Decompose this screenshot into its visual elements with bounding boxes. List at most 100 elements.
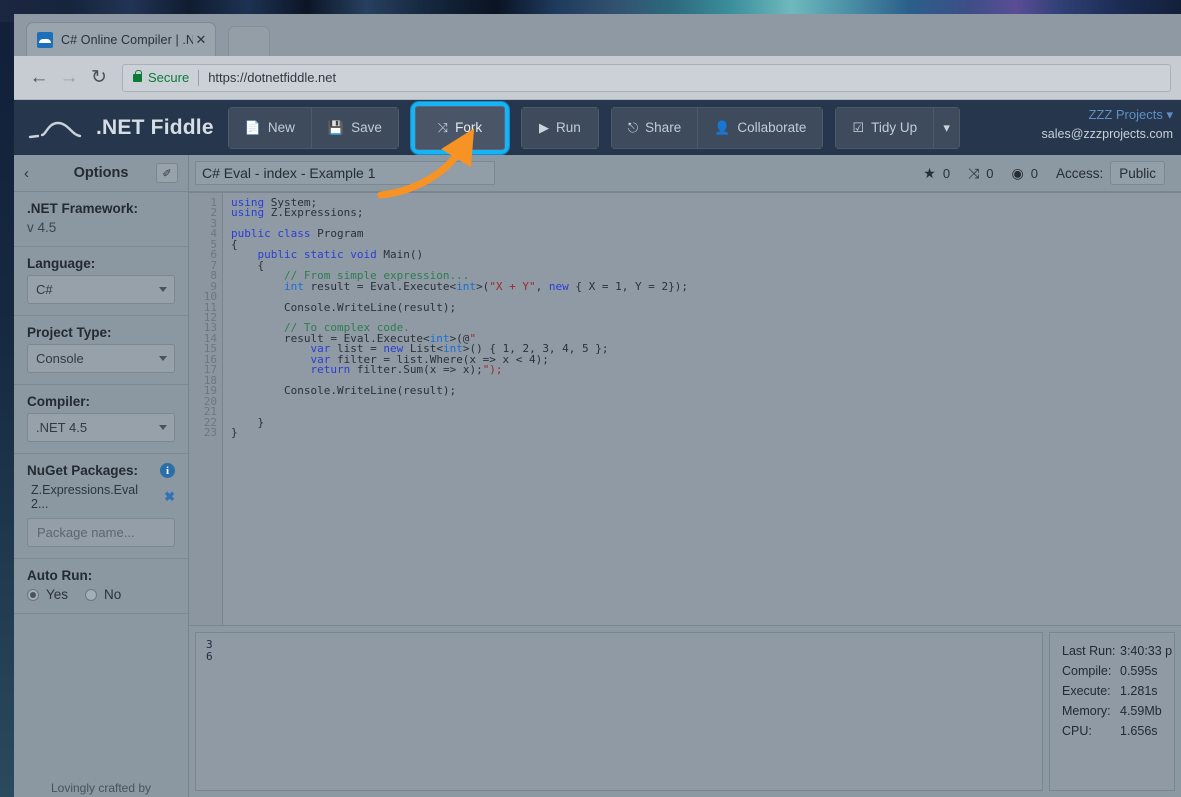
- main-pane: C# Eval - index - Example 1 ★ 0 ⤨ 0 ◉ 0 …: [189, 155, 1181, 797]
- share-icon: ⎋: [627, 120, 639, 135]
- line-number: 23: [203, 425, 217, 439]
- console-output: 3 6: [195, 632, 1043, 791]
- run-stat-value: 1.281s: [1120, 684, 1158, 698]
- sidebar-title: Options: [73, 165, 129, 181]
- browser-tab-strip: C# Online Compiler | .NE ✕: [14, 14, 1181, 56]
- compiler-select-value: .NET 4.5: [36, 420, 88, 435]
- lock-icon: [133, 69, 142, 82]
- share-button-group: ⎋ Share 👤 Collaborate: [610, 106, 824, 149]
- run-stat-row: Last Run: 3:40:33 p: [1062, 641, 1174, 661]
- project-type-select[interactable]: Console: [27, 344, 175, 373]
- run-stat-value: 3:40:33 p: [1120, 644, 1173, 658]
- framework-label: .NET Framework:: [27, 201, 139, 216]
- run-button[interactable]: ▶ Run: [520, 106, 599, 149]
- code-editor[interactable]: 1 2 3 4 5 6 7 8 9 10 11 12 13 14 15 16 17 18 19 20 21 22 23 us…: [189, 192, 1181, 625]
- floppy-icon: 💾: [327, 120, 345, 135]
- collaborate-button[interactable]: 👤 Collaborate: [698, 106, 824, 149]
- user-menu-button[interactable]: ZZZ Projects ▾: [1042, 106, 1173, 125]
- options-sidebar: ‹ Options ✐ .NET Framework: v 4.5 Langua…: [14, 155, 189, 797]
- new-button[interactable]: 📄 New: [227, 106, 312, 149]
- new-tab-button[interactable]: [228, 26, 270, 56]
- run-stat-row: Compile: 0.595s: [1062, 661, 1174, 681]
- access-label: Access:: [1055, 165, 1104, 181]
- nuget-label: NuGet Packages:: [27, 463, 139, 478]
- save-button-label: Save: [351, 120, 382, 135]
- remove-package-icon[interactable]: ✖: [164, 489, 175, 505]
- dotnetfiddle-favicon-icon: [37, 31, 53, 48]
- run-stat-row: Memory: 4.59Mb: [1062, 701, 1174, 721]
- nuget-package-name: Z.Expressions.Eval 2...: [31, 483, 138, 511]
- view-count: 0: [1030, 165, 1038, 181]
- run-stat-value: 0.595s: [1120, 664, 1158, 678]
- framework-value: v 4.5: [27, 220, 57, 235]
- share-button[interactable]: ⎋ Share: [610, 106, 699, 149]
- browser-tab-active[interactable]: C# Online Compiler | .NE ✕: [26, 22, 216, 56]
- fiddle-wave-logo-icon: [28, 115, 90, 141]
- pin-icon[interactable]: ✐: [156, 163, 178, 183]
- file-button-group: 📄 New 💾 Save: [227, 106, 399, 149]
- language-select[interactable]: C#: [27, 275, 175, 304]
- fork-button-highlight: ⤨ Fork: [410, 101, 509, 154]
- auto-run-no-radio[interactable]: [85, 588, 98, 601]
- tidy-up-dropdown-button[interactable]: ▾: [934, 106, 961, 149]
- browser-tab-title: C# Online Compiler | .NE: [61, 32, 193, 47]
- language-label: Language:: [27, 256, 96, 271]
- fiddle-title-input[interactable]: C# Eval - index - Example 1: [195, 161, 495, 185]
- reload-icon[interactable]: ↻: [84, 63, 114, 93]
- fork-button-label: Fork: [455, 120, 483, 135]
- run-stat-label: Compile:: [1062, 664, 1112, 678]
- sidebar-section-compiler: Compiler: .NET 4.5: [14, 385, 188, 454]
- chevron-down-icon: [159, 287, 167, 292]
- run-stat-label: Memory:: [1062, 704, 1111, 718]
- auto-run-radio-group: Yes No: [27, 587, 175, 602]
- access-control: Access: Public: [1056, 161, 1165, 185]
- star-icon: ★: [923, 165, 936, 181]
- back-icon[interactable]: ←: [24, 63, 54, 93]
- forward-icon[interactable]: →: [54, 63, 84, 93]
- chevron-down-icon: [159, 425, 167, 430]
- info-icon[interactable]: i: [160, 463, 175, 478]
- fork-icon: ⤨: [968, 165, 980, 181]
- package-name-input[interactable]: Package name...: [27, 518, 175, 547]
- auto-run-yes-radio[interactable]: [27, 588, 39, 601]
- nuget-header: NuGet Packages: i: [27, 463, 175, 478]
- close-icon[interactable]: ✕: [193, 32, 209, 48]
- url-text: https://dotnetfiddle.net: [208, 70, 337, 85]
- chevron-down-icon: ▾: [1166, 107, 1173, 122]
- play-icon: ▶: [538, 120, 549, 135]
- tidy-up-button[interactable]: ☑ Tidy Up: [835, 106, 935, 149]
- sidebar-header: ‹ Options ✐: [14, 155, 188, 192]
- run-stat-row: CPU: 1.656s: [1062, 721, 1174, 741]
- fork-icon: ⤨: [437, 120, 449, 135]
- access-select-value: Public: [1119, 165, 1156, 181]
- app-body: ‹ Options ✐ .NET Framework: v 4.5 Langua…: [14, 155, 1181, 797]
- fork-stat[interactable]: ⤨ 0: [968, 166, 993, 181]
- collaborate-button-label: Collaborate: [737, 120, 807, 135]
- star-stat[interactable]: ★ 0: [923, 166, 950, 181]
- secure-label: Secure: [148, 70, 190, 85]
- fork-count: 0: [986, 165, 994, 181]
- auto-run-no-label: No: [104, 587, 122, 602]
- user-name-label: ZZZ Projects: [1088, 107, 1163, 122]
- brand-title: .NET Fiddle: [96, 115, 214, 139]
- language-select-value: C#: [36, 282, 53, 297]
- chevron-down-icon: [159, 356, 167, 361]
- chevron-left-icon[interactable]: ‹: [24, 165, 46, 182]
- editor-code-content[interactable]: using System; using Z.Expressions; publi…: [223, 193, 1181, 625]
- brand[interactable]: .NET Fiddle: [28, 115, 214, 141]
- url-input[interactable]: Secure https://dotnetfiddle.net: [122, 63, 1171, 92]
- sidebar-section-autorun: Auto Run: Yes No: [14, 559, 188, 614]
- compiler-select[interactable]: .NET 4.5: [27, 413, 175, 442]
- fork-button[interactable]: ⤨ Fork: [414, 105, 505, 150]
- run-button-label: Run: [555, 120, 581, 135]
- browser-window: C# Online Compiler | .NE ✕ ← → ↻ Secure …: [14, 14, 1181, 797]
- view-stat[interactable]: ◉ 0: [1012, 166, 1038, 181]
- fiddle-stats: ★ 0 ⤨ 0 ◉ 0 Access: Public: [923, 161, 1175, 185]
- save-button[interactable]: 💾 Save: [311, 106, 399, 149]
- fiddle-header: C# Eval - index - Example 1 ★ 0 ⤨ 0 ◉ 0 …: [189, 155, 1181, 192]
- package-name-placeholder: Package name...: [37, 525, 135, 540]
- star-count: 0: [942, 165, 951, 181]
- sidebar-section-framework: .NET Framework: v 4.5: [14, 192, 188, 247]
- run-stats-panel: Last Run: 3:40:33 p Compile: 0.595s Execute:…: [1049, 632, 1175, 791]
- access-select[interactable]: Public: [1110, 161, 1165, 185]
